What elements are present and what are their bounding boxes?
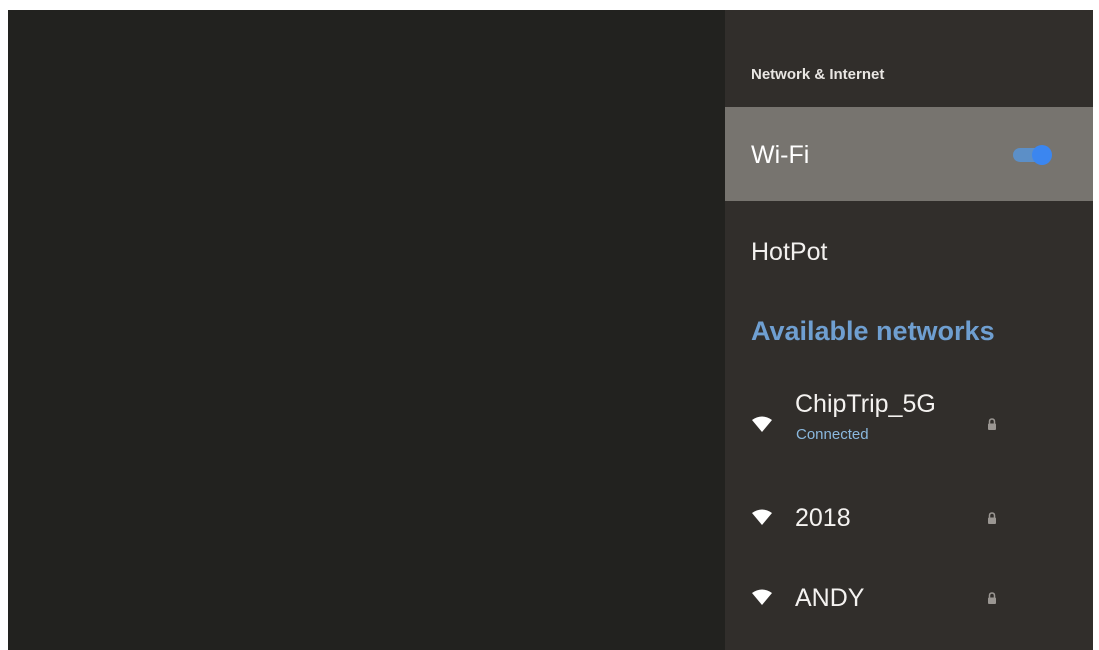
network-name: ChipTrip_5G [795,390,936,418]
wifi-toggle[interactable] [1013,145,1052,165]
network-item-2018[interactable]: 2018 [725,494,1093,566]
wifi-label: Wi-Fi [751,141,810,169]
available-networks-header: Available networks [751,316,995,346]
wifi-icon [752,589,772,605]
lock-icon [988,512,996,524]
lock-icon [988,418,996,430]
network-settings-panel: Network & Internet Wi-Fi HotPot Availabl… [725,10,1093,650]
network-item-chiptrip-5g[interactable]: ChipTrip_5G Connected [725,382,1093,474]
wifi-icon [752,416,772,432]
network-name: ANDY [795,584,865,612]
wifi-toggle-thumb [1032,145,1052,165]
panel-title: Network & Internet [751,66,885,83]
network-item-andy[interactable]: ANDY [725,573,1093,645]
wifi-icon [752,509,772,525]
tv-screen: Network & Internet Wi-Fi HotPot Availabl… [8,10,1093,650]
background-area [8,10,725,650]
hotspot-setting-row[interactable]: HotPot [725,216,1093,286]
wifi-setting-row[interactable]: Wi-Fi [725,107,1093,201]
network-status: Connected [796,426,869,443]
hotspot-label: HotPot [751,238,828,266]
lock-icon [988,592,996,604]
network-name: 2018 [795,504,851,532]
